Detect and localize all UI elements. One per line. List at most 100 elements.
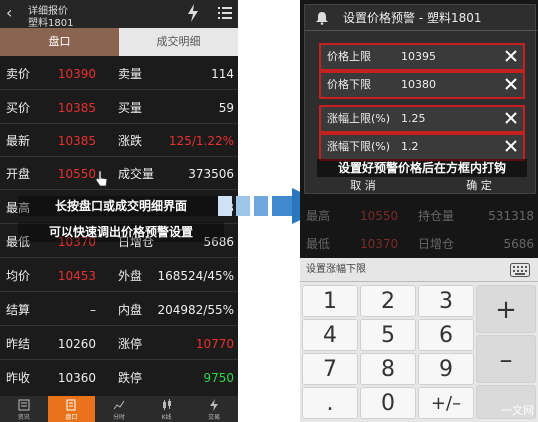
row-label: 外盘 xyxy=(118,269,143,283)
keyboard-label: 设置涨幅下限 xyxy=(306,264,366,275)
row-value: 10360 xyxy=(57,371,96,385)
row-value: 114 xyxy=(211,67,234,81)
row-label: 涨跌 xyxy=(118,134,143,148)
nav-kline[interactable]: K线 xyxy=(143,396,191,422)
row-label: 卖价 xyxy=(6,67,31,81)
quote-row: 昨结 10260 涨停 10770 xyxy=(0,328,238,360)
quote-row: 开盘 10550 成交量 373506 xyxy=(0,158,238,190)
field-label: 价格下限 xyxy=(327,78,371,91)
rise-lower-field[interactable]: 涨幅下限(%) 1.2 xyxy=(319,133,525,161)
hand-pointer-icon xyxy=(95,170,108,187)
watermark-text: 一文网 xyxy=(501,404,534,417)
row-label: 内盘 xyxy=(118,303,143,317)
key-3[interactable]: 3 xyxy=(418,285,474,317)
tab-trade-details[interactable]: 成交明细 xyxy=(119,28,238,56)
candlestick-icon xyxy=(162,399,171,410)
close-icon[interactable] xyxy=(503,48,519,64)
row-label: 最新 xyxy=(6,134,31,148)
flash-icon[interactable] xyxy=(186,4,200,22)
close-icon[interactable] xyxy=(503,76,519,92)
nav-time-share[interactable]: 分时 xyxy=(95,396,143,422)
dialog-title: 设置价格预警 - 塑料1801 xyxy=(343,11,482,25)
nav-label: 资讯 xyxy=(17,414,30,421)
row-value: 10385 xyxy=(57,134,96,148)
field-value[interactable]: 1.25 xyxy=(401,107,426,131)
instruction-text: 设置好预警价格后在方框内打钩 xyxy=(317,159,527,177)
field-value[interactable]: 1.2 xyxy=(401,135,419,159)
key-7[interactable]: 7 xyxy=(302,353,358,385)
row-label: 均价 xyxy=(6,269,31,283)
nav-label: 交易 xyxy=(208,414,221,421)
keyboard-header: 设置涨幅下限 xyxy=(300,258,538,282)
instruction-text: 长按盘口或成交明细界面 xyxy=(18,196,224,216)
tab-bar: 盘口 成交明细 xyxy=(0,28,238,56)
row-label: 卖量 xyxy=(118,67,143,81)
contract-name: 塑料1801 xyxy=(28,18,74,29)
row-label: 跌停 xyxy=(118,371,143,385)
row-label: 开盘 xyxy=(6,167,31,181)
tab-order-book[interactable]: 盘口 xyxy=(0,28,119,56)
key-1[interactable]: 1 xyxy=(302,285,358,317)
row-value: 9750 xyxy=(203,371,234,385)
quote-row: 结算 – 内盘 204982/55% xyxy=(0,294,238,326)
key-0[interactable]: 0 xyxy=(360,387,416,419)
bottom-nav: 资讯 盘口 分时 K线 交易 xyxy=(0,396,238,422)
back-icon[interactable]: ‹ xyxy=(6,5,16,21)
numeric-keypad: 1 2 3 4 5 6 7 8 9 . 0 +/– + – 一文网 xyxy=(300,282,538,422)
row-value: 10260 xyxy=(57,337,96,351)
close-icon[interactable] xyxy=(503,138,519,154)
row-value: 125/1.22% xyxy=(168,134,234,148)
left-phone-screen: ‹ 详细报价 塑料1801 盘口 成交明细 卖价 10390 卖量 114 买价… xyxy=(0,0,238,422)
row-label: 日增仓 xyxy=(418,237,455,251)
key-9[interactable]: 9 xyxy=(418,353,474,385)
row-label: 买量 xyxy=(118,101,143,115)
key-8[interactable]: 8 xyxy=(360,353,416,385)
row-value: 10385 xyxy=(57,101,96,115)
keyboard-icon[interactable] xyxy=(510,263,530,277)
key-minus[interactable]: – xyxy=(476,335,536,383)
row-label: 结算 xyxy=(6,303,31,317)
bell-icon xyxy=(316,12,328,25)
cancel-button[interactable]: 取 消 xyxy=(305,177,421,195)
nav-label: K线 xyxy=(161,414,172,421)
row-value: – xyxy=(90,303,96,317)
row-value: 168524/45% xyxy=(157,269,234,283)
row-label: 最低 xyxy=(306,237,331,251)
order-book-icon xyxy=(66,399,76,411)
quote-row: 均价 10453 外盘 168524/45% xyxy=(0,260,238,292)
nav-trade[interactable]: 交易 xyxy=(190,396,238,422)
key-2[interactable]: 2 xyxy=(360,285,416,317)
row-value: 204982/55% xyxy=(157,303,234,317)
field-value[interactable]: 10380 xyxy=(401,73,436,97)
row-label: 成交量 xyxy=(118,167,155,181)
nav-label: 分时 xyxy=(112,414,125,421)
field-value[interactable]: 10395 xyxy=(401,45,436,69)
key-plus[interactable]: + xyxy=(476,285,536,333)
quote-row: 买价 10385 买量 59 xyxy=(0,92,238,124)
key-6[interactable]: 6 xyxy=(418,319,474,351)
confirm-button[interactable]: 确 定 xyxy=(421,177,537,195)
field-label: 涨幅上限(%) xyxy=(327,112,391,125)
trade-icon xyxy=(210,399,219,411)
nav-order-book[interactable]: 盘口 xyxy=(47,396,96,422)
price-lower-field[interactable]: 价格下限 10380 xyxy=(319,71,525,99)
price-upper-field[interactable]: 价格上限 10395 xyxy=(319,43,525,71)
row-label: 昨结 xyxy=(6,337,31,351)
news-icon xyxy=(18,399,30,411)
menu-icon[interactable] xyxy=(218,7,232,19)
key-plus-minus[interactable]: +/– xyxy=(418,387,474,419)
nav-news[interactable]: 资讯 xyxy=(0,396,48,422)
key-dot[interactable]: . xyxy=(302,387,358,419)
key-4[interactable]: 4 xyxy=(302,319,358,351)
right-phone-screen: 最高 10550 持仓量 531318 最低 10370 日增仓 5686 设置… xyxy=(300,0,538,422)
row-value: 10550 xyxy=(57,167,96,181)
dialog-header: 设置价格预警 - 塑料1801 xyxy=(305,5,537,31)
row-value: 10453 xyxy=(57,269,96,283)
quote-row: 卖价 10390 卖量 114 xyxy=(0,58,238,90)
row-label: 昨收 xyxy=(6,371,31,385)
key-5[interactable]: 5 xyxy=(360,319,416,351)
row-label: 涨停 xyxy=(118,337,143,351)
close-icon[interactable] xyxy=(503,110,519,126)
rise-upper-field[interactable]: 涨幅上限(%) 1.25 xyxy=(319,105,525,133)
row-value: 10390 xyxy=(57,67,96,81)
